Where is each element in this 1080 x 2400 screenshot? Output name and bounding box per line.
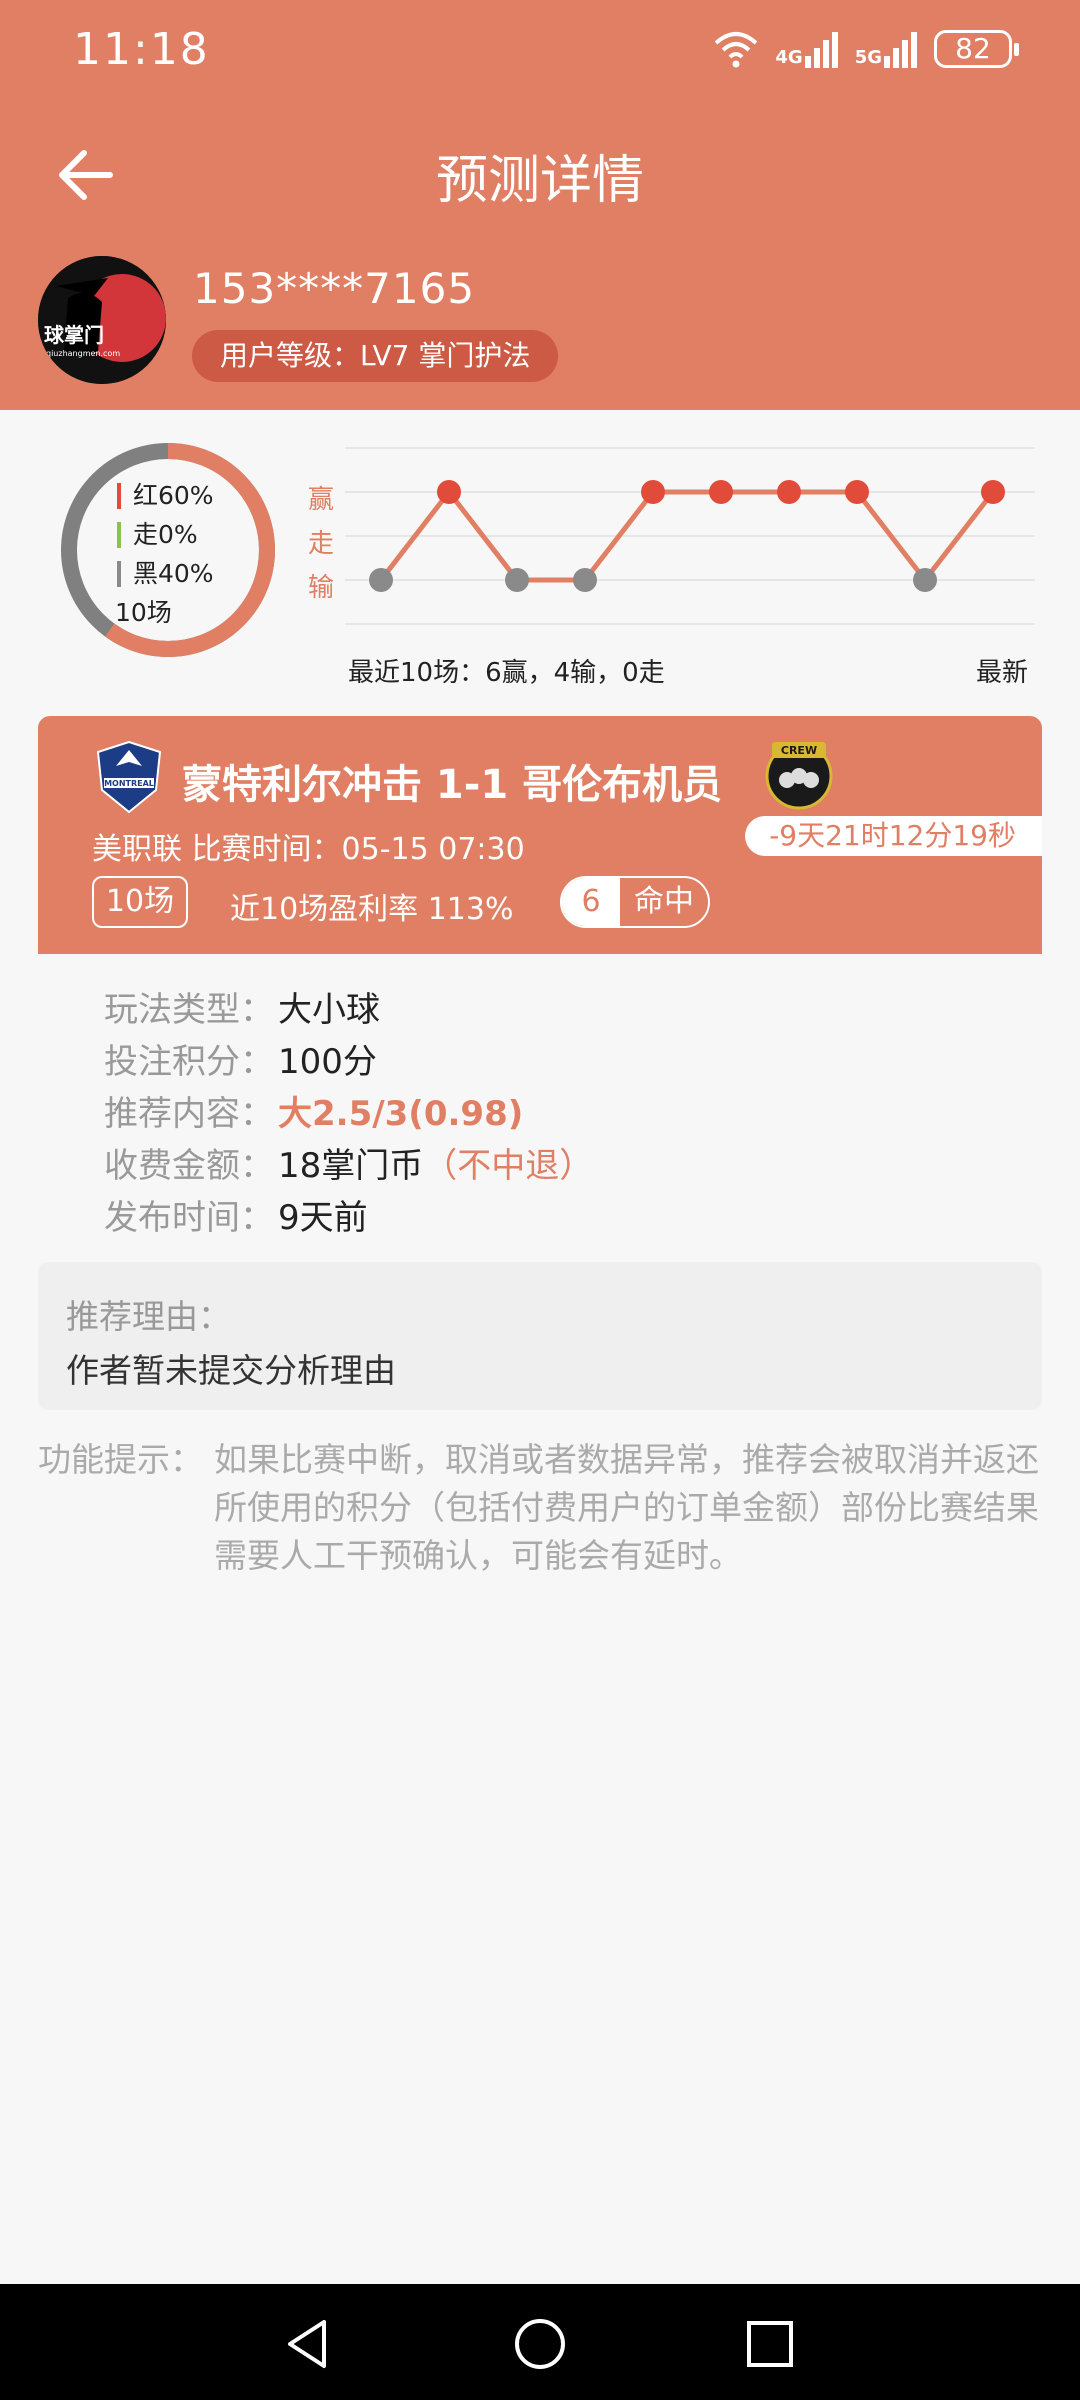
reason-text: 作者暂未提交分析理由 (66, 1351, 396, 1390)
header: 11:18 4G 5G 82 预测详情 球掌门 qiuzhangmen.com … (0, 0, 1080, 410)
battery-icon: 82 (934, 30, 1019, 68)
trend-point-5 (641, 480, 665, 504)
trend-point-4 (573, 568, 597, 592)
legend-lose: 黑40% (117, 554, 214, 593)
wifi-icon (715, 32, 758, 68)
system-nav-bar (0, 2284, 1080, 2400)
detail-points: 投注积分： 100分 (104, 1041, 377, 1082)
signal-label-2: 5G (854, 47, 882, 68)
legend-win: 红60% (117, 476, 214, 515)
home-logo-text: MONTREAL (104, 779, 154, 788)
trend-point-10 (981, 480, 1005, 504)
trend-point-8 (845, 480, 869, 504)
stats-legend: 红60% 走0% 黑40% 10场 (115, 476, 214, 632)
recommend-reason-box: 推荐理由： 作者暂未提交分析理由 (38, 1262, 1042, 1410)
status-icons: 4G 5G 82 (711, 26, 1019, 72)
nav-back-icon[interactable] (278, 2314, 338, 2374)
match-title: 蒙特利尔冲击 1-1 哥伦布机员 (182, 762, 723, 808)
detail-publish-time: 发布时间： 9天前 (104, 1197, 368, 1238)
reason-label: 推荐理由： (66, 1297, 231, 1336)
signal-icon-1: 4G (775, 30, 840, 68)
trend-point-7 (777, 480, 801, 504)
home-team-logo: MONTREAL (96, 740, 162, 814)
signal-bars-icon (884, 32, 917, 68)
status-time: 11:18 (73, 24, 210, 75)
username: 153****7165 (193, 264, 476, 313)
function-tip: 功能提示： 如果比赛中断，取消或者数据异常，推荐会被取消并返还所使用的积分（包括… (38, 1436, 1042, 1580)
prediction-details: 玩法类型： 大小球 投注积分： 100分 推荐内容： 大2.5/3(0.98) … (104, 980, 593, 1240)
trend-point-1 (369, 568, 393, 592)
league-time: 美职联 比赛时间：05-15 07:30 (92, 832, 525, 867)
trend-axis-labels: 赢 走 输 (308, 478, 334, 610)
trend-label-win: 赢 (308, 485, 335, 515)
status-bar: 11:18 4G 5G 82 (0, 0, 1080, 100)
match-card[interactable]: MONTREAL 蒙特利尔冲击 1-1 哥伦布机员 CREW 美职联 比赛时间：… (38, 716, 1042, 954)
avatar-image: 球掌门 qiuzhangmen.com (38, 256, 166, 384)
trend-point-6 (709, 480, 733, 504)
countdown-badge: -9天21时12分19秒 (745, 816, 1042, 856)
avatar-text: 球掌门 (44, 323, 104, 347)
tip-text: 如果比赛中断，取消或者数据异常，推荐会被取消并返还所使用的积分（包括付费用户的订… (214, 1440, 1039, 1575)
nav-recents-icon[interactable] (740, 2314, 800, 2374)
trend-label-lose: 输 (308, 573, 335, 603)
away-team-logo: CREW (765, 742, 833, 810)
signal-label-1: 4G (775, 47, 803, 68)
avatar-url: qiuzhangmen.com (46, 349, 120, 358)
recent-summary: 最近10场：6赢，4输，0走 (348, 658, 665, 688)
trend-chart (345, 447, 1035, 625)
detail-play-type: 玩法类型： 大小球 (104, 989, 380, 1030)
hit-count: 6 (562, 878, 620, 926)
signal-icon-2: 5G (855, 30, 920, 68)
hit-badge: 6 命中 (560, 876, 710, 928)
legend-draw: 走0% (117, 515, 214, 554)
trend-point-9 (913, 568, 937, 592)
page-title: 预测详情 (435, 151, 644, 211)
profit-rate: 近10场盈利率 113% (230, 892, 514, 927)
tip-label: 功能提示： (38, 1440, 203, 1479)
away-logo-text: CREW (781, 744, 817, 757)
trend-label-draw: 走 (308, 529, 335, 559)
legend-total: 10场 (115, 598, 172, 627)
hit-label: 命中 (634, 884, 694, 919)
newest-label: 最新 (975, 658, 1028, 688)
nav-home-icon[interactable] (510, 2314, 570, 2374)
trend-point-2 (437, 480, 461, 504)
detail-content: 推荐内容： 大2.5/3(0.98) (104, 1093, 524, 1134)
trend-point-3 (505, 568, 529, 592)
signal-bars-icon (804, 32, 838, 68)
user-level-badge: 用户等级：LV7 掌门护法 (192, 330, 559, 382)
avatar[interactable]: 球掌门 qiuzhangmen.com (38, 256, 166, 384)
detail-fee: 收费金额： 18掌门币 （不中退） (104, 1145, 594, 1186)
games-badge: 10场 (92, 876, 188, 928)
